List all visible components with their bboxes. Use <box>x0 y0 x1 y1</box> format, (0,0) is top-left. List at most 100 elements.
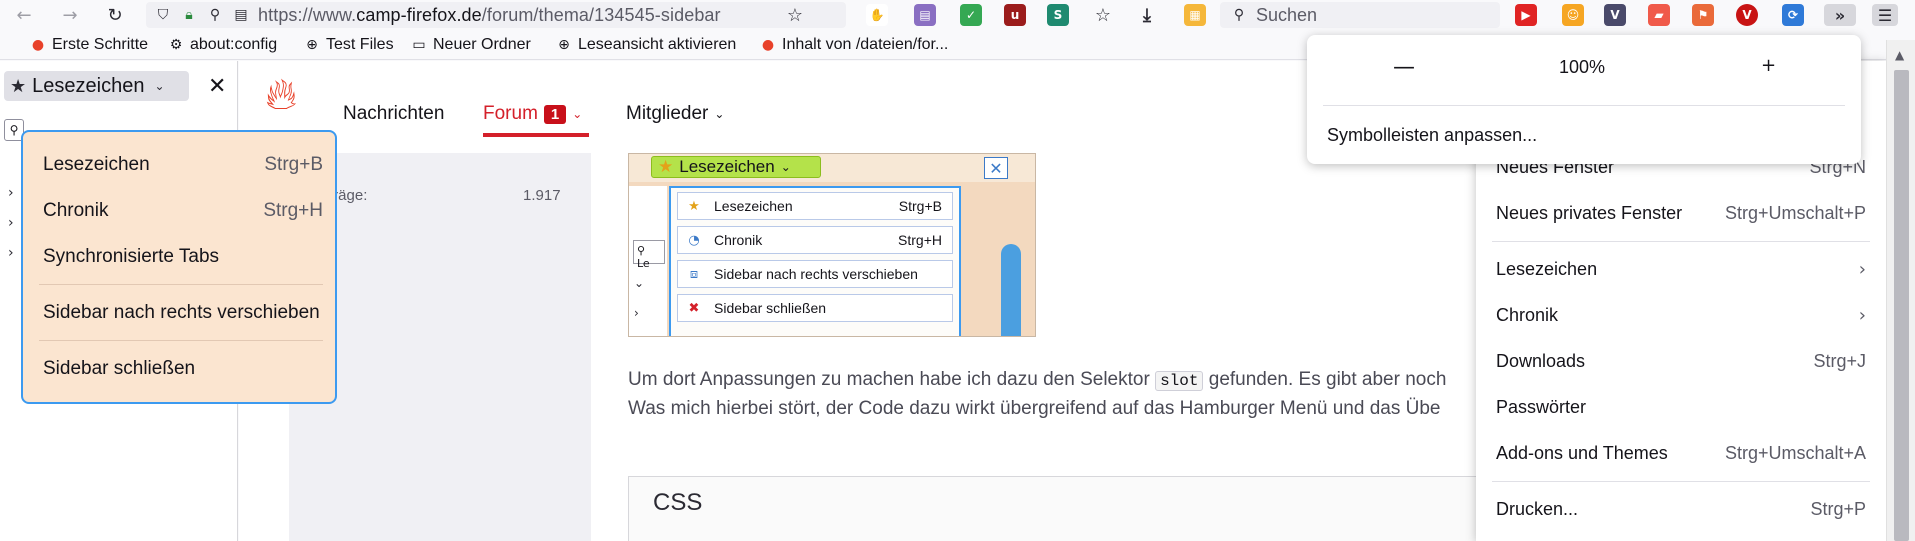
menu-separator <box>39 340 323 341</box>
embedded-menu-item: ◔ Chronik Strg+H <box>677 226 953 254</box>
menu-item-accel: Strg+H <box>263 200 323 221</box>
chevron-right-icon[interactable]: › <box>8 245 14 261</box>
customize-toolbar-item[interactable]: Symbolleisten anpassen... <box>1327 125 1537 146</box>
permissions-icon[interactable]: ⚲ <box>206 7 224 23</box>
app-menu-item-passwords[interactable]: Passwörter <box>1496 397 1866 418</box>
menu-item-label: Drucken... <box>1496 499 1579 519</box>
notification-badge: 1 <box>543 104 567 124</box>
embedded-item-label: Chronik <box>714 232 763 248</box>
star-icon: ★ <box>10 75 27 97</box>
active-nav-underline <box>483 133 589 137</box>
chevron-right-icon[interactable]: › <box>8 215 14 231</box>
url-path: /forum/thema/134545-sidebar <box>481 4 721 25</box>
menu-item-label: Downloads <box>1496 351 1586 371</box>
menu-item-label: Passwörter <box>1496 397 1587 417</box>
chevron-right-icon[interactable]: › <box>8 185 14 201</box>
camp-firefox-logo[interactable]: 🔥︎ <box>265 69 297 120</box>
scrollbar-thumb[interactable] <box>1894 70 1909 541</box>
zoom-in-button[interactable]: + <box>1761 55 1776 76</box>
sync-extension-icon[interactable]: ⟳ <box>1782 4 1804 26</box>
checkmark-extension-icon[interactable]: ✓ <box>960 4 982 26</box>
handshake-extension-icon[interactable]: ✋ <box>866 4 888 26</box>
bookmark-label: about:config <box>190 36 278 53</box>
flag-extension-icon[interactable]: ⚑ <box>1692 4 1714 26</box>
search-box[interactable]: ⚲ Suchen <box>1220 2 1500 28</box>
stats-value: 1.917 <box>523 187 561 204</box>
sidebar-menu-item-synced-tabs[interactable]: Synchronisierte Tabs <box>43 246 323 268</box>
lock-icon[interactable]: 🔒︎ <box>180 7 198 23</box>
ublock-extension-icon[interactable]: u <box>1004 4 1026 26</box>
downloads-icon[interactable]: ⤓ <box>1136 4 1158 26</box>
inline-code: slot <box>1155 371 1204 391</box>
bookmark-item-leseansicht[interactable]: ⊕ Leseansicht aktivieren <box>556 36 736 54</box>
nav-nachrichten[interactable]: Nachrichten <box>343 103 444 125</box>
app-menu-item-bookmarks[interactable]: Lesezeichen › <box>1496 259 1866 280</box>
calendar-extension-icon[interactable]: ▦ <box>1184 4 1206 26</box>
youtube-extension-icon[interactable]: ▶ <box>1515 4 1537 26</box>
note-extension-icon[interactable]: ▰ <box>1648 4 1670 26</box>
v-extension-icon[interactable]: V <box>1604 4 1626 26</box>
bookmark-item-neuer-ordner[interactable]: ▭ Neuer Ordner <box>411 36 530 54</box>
app-menu-item-addons[interactable]: Add-ons und Themes Strg+Umschalt+A <box>1496 443 1866 464</box>
reader-view-icon[interactable]: ▤ <box>232 7 250 23</box>
close-icon[interactable]: ✕ <box>208 74 226 99</box>
bookmark-star-icon[interactable]: ☆ <box>786 5 804 26</box>
sidebar-menu-item-lesezeichen[interactable]: Lesezeichen Strg+B <box>43 154 323 176</box>
nav-mitglieder[interactable]: Mitglieder ⌄ <box>626 103 724 125</box>
bookmark-item-about-config[interactable]: ⚙ about:config <box>168 36 277 54</box>
embedded-menu-item: ⧈ Sidebar nach rechts verschieben <box>677 260 953 288</box>
embedded-item-accel: Strg+B <box>898 198 942 214</box>
embedded-item-label: Sidebar schließen <box>714 300 827 316</box>
vivaldi-extension-icon[interactable]: V <box>1736 4 1758 26</box>
url-bar[interactable]: ⛉ 🔒︎ ⚲ ▤ https://www.camp-firefox.de/for… <box>146 2 846 28</box>
app-menu-item-history[interactable]: Chronik › <box>1496 305 1866 326</box>
reload-icon[interactable]: ↻ <box>103 3 127 27</box>
stack-extension-icon[interactable]: ▤ <box>914 4 936 26</box>
app-menu-item-print[interactable]: Drucken... Strg+P <box>1496 499 1866 520</box>
forward-arrow-icon[interactable]: → <box>58 3 82 27</box>
url-text[interactable]: https://www.camp-firefox.de/forum/thema/… <box>258 5 778 26</box>
sidebar-switcher-label: Lesezeichen <box>32 74 145 97</box>
search-placeholder: Suchen <box>1256 4 1318 25</box>
pocket-star-icon[interactable]: ☆ <box>1092 4 1114 26</box>
bookmark-label: Test Files <box>326 36 394 53</box>
menu-item-accel: Strg+Umschalt+A <box>1724 443 1866 463</box>
zoom-out-button[interactable]: — <box>1393 55 1415 80</box>
nav-label: Mitglieder <box>626 103 709 124</box>
page-scrollbar[interactable]: ▲ <box>1886 40 1915 541</box>
bookmark-item-test-files[interactable]: ⊕ Test Files <box>304 36 394 54</box>
stylus-extension-icon[interactable]: S <box>1047 4 1069 26</box>
nav-label: Nachrichten <box>343 103 445 124</box>
sidebar-menu-item-chronik[interactable]: Chronik Strg+H <box>43 200 323 222</box>
post-text-line1a: Um dort Anpassungen zu machen habe ich d… <box>628 369 1150 390</box>
chevron-right-icon: › <box>1858 259 1866 280</box>
nav-forum[interactable]: Forum 1 ⌄ <box>483 103 582 125</box>
hamburger-menu-icon[interactable]: ☰ <box>1872 4 1898 26</box>
sidebar-icon: ⧈ <box>689 266 699 282</box>
shield-icon[interactable]: ⛉ <box>154 7 172 23</box>
close-icon: ✖ <box>688 300 700 316</box>
back-arrow-icon[interactable]: ← <box>12 3 36 27</box>
scroll-up-icon[interactable]: ▲ <box>1895 48 1904 62</box>
menu-item-label: Lesezeichen <box>1496 259 1598 279</box>
chevron-down-icon: ⌄ <box>634 276 645 290</box>
close-icon: ✕ <box>984 157 1008 179</box>
sidebar-menu-item-move-right[interactable]: Sidebar nach rechts verschieben <box>43 302 323 324</box>
app-menu-item-downloads[interactable]: Downloads Strg+J <box>1496 351 1866 372</box>
bookmark-item-erste-schritte[interactable]: ● Erste Schritte <box>30 36 148 54</box>
code-box: CSS <box>628 476 1528 541</box>
sidebar-switcher[interactable]: ★ Lesezeichen ⌄ <box>4 71 189 101</box>
zoom-reset-button[interactable]: 100% <box>1559 57 1605 78</box>
embedded-screenshot[interactable]: ★ Lesezeichen ⌄ ✕ ⚲ Le ⌄ › › ★ Lesezeich… <box>628 153 1036 337</box>
face-extension-icon[interactable]: ☺ <box>1562 4 1584 26</box>
app-menu-item-private-window[interactable]: Neues privates Fenster Strg+Umschalt+P <box>1496 203 1866 224</box>
chevron-down-icon: ⌄ <box>154 79 165 93</box>
star-icon: ★ <box>688 198 700 214</box>
bookmark-item-inhalt-dateien[interactable]: ● Inhalt von /dateien/for... <box>760 36 948 54</box>
overflow-chevrons-icon[interactable]: » <box>1824 4 1856 26</box>
globe-icon: ⊕ <box>558 37 570 53</box>
sidebar-menu-item-close[interactable]: Sidebar schließen <box>43 358 323 380</box>
embedded-menu-item: ✖ Sidebar schließen <box>677 294 953 322</box>
menu-item-label: Chronik <box>43 200 109 221</box>
embedded-tree: ⚲ Le ⌄ › › <box>629 186 667 336</box>
